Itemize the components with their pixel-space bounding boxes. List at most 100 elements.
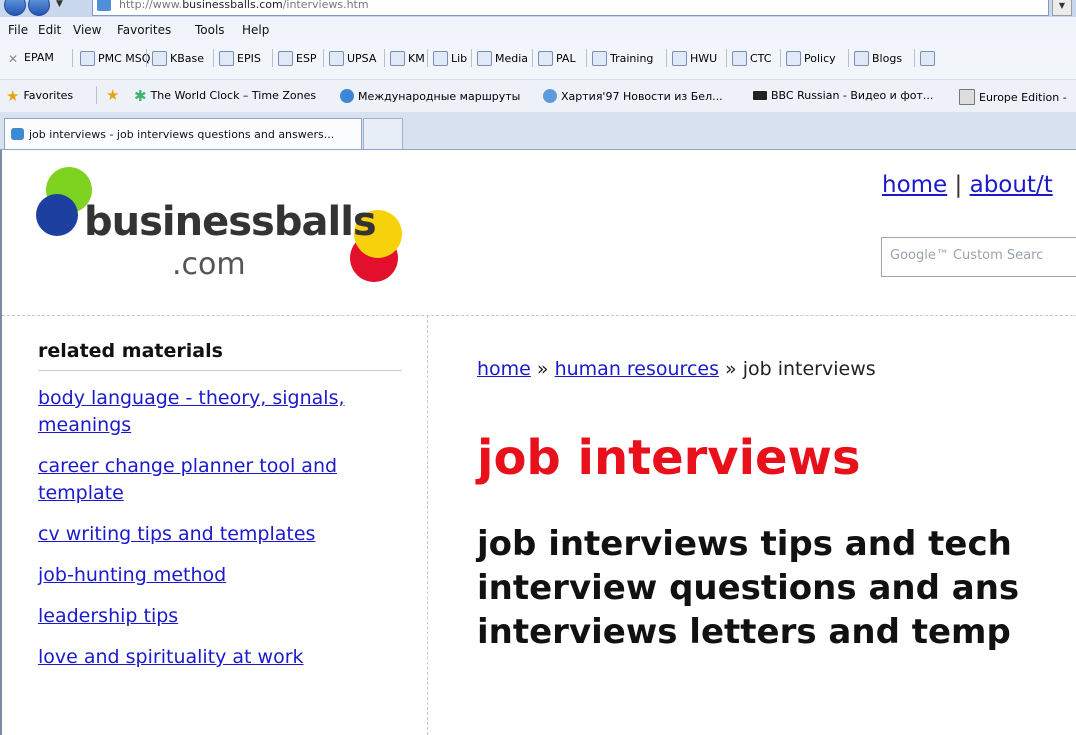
toolbar-separator — [272, 49, 273, 67]
toolbar-separator — [96, 86, 97, 104]
page-subtitle: job interviews tips and tech interview q… — [477, 522, 1076, 654]
toolbar-link-epis[interactable]: EPIS — [219, 51, 261, 66]
fav-charter97[interactable]: Хартия'97 Новости из Бел... — [543, 89, 723, 103]
toolbar-separator — [146, 49, 147, 67]
related-link-leadership[interactable]: leadership tips — [38, 603, 402, 630]
nav-about-link[interactable]: about/t — [970, 172, 1053, 198]
ie-page-icon — [97, 0, 111, 11]
hwu-icon — [672, 51, 687, 66]
fav-label: Хартия'97 Новости из Бел... — [561, 89, 723, 103]
menu-view[interactable]: View — [73, 23, 101, 37]
url-dropdown-button[interactable]: ▼ — [1052, 0, 1072, 16]
fav-label: Международные маршруты — [358, 89, 521, 103]
header-divider — [2, 315, 1076, 316]
toolbar-link-lib[interactable]: Lib — [433, 51, 467, 66]
toolbar-link-policy[interactable]: Policy — [786, 51, 836, 66]
breadcrumb: home » human resources » job interviews — [477, 358, 1076, 380]
fav-europe-edition[interactable]: Europe Edition - — [959, 89, 1067, 105]
media-icon — [477, 51, 492, 66]
toolbar-link-training[interactable]: Training — [592, 51, 653, 66]
address-bar-row: ▼ http://www.businessballs.com/interview… — [0, 0, 1076, 18]
add-favorite-button[interactable]: ★ — [106, 86, 120, 104]
google-search-input[interactable]: Google™ Custom Searc — [881, 237, 1076, 277]
businessballs-logo[interactable]: businessballs .com — [32, 167, 412, 287]
world-clock-icon: ✱ — [134, 86, 147, 105]
toolbar-link-label: EPAM — [24, 51, 54, 64]
toolbar-link-epam[interactable]: EPAM — [24, 51, 54, 64]
menu-help[interactable]: Help — [242, 23, 269, 37]
logo-suffix: .com — [172, 247, 246, 282]
pal-icon — [538, 51, 553, 66]
related-link-job-hunting[interactable]: job-hunting method — [38, 562, 402, 589]
related-links-list: body language - theory, signals, meaning… — [38, 385, 402, 671]
breadcrumb-separator: » — [530, 358, 555, 380]
toolbar-separator — [471, 49, 472, 67]
breadcrumb-home-link[interactable]: home — [477, 358, 531, 380]
toolbar-link-label: Media — [495, 52, 529, 65]
toolbar-link-hwu[interactable]: HWU — [672, 51, 717, 66]
km-icon — [390, 51, 405, 66]
toolbar-separator — [532, 49, 533, 67]
toolbar-link-label: Policy — [804, 52, 836, 65]
related-link-career-change[interactable]: career change planner tool and template — [38, 453, 402, 507]
epis-icon — [219, 51, 234, 66]
lib-icon — [433, 51, 448, 66]
forward-button[interactable] — [28, 0, 50, 16]
toolbar-link-label: EPIS — [237, 52, 261, 65]
breadcrumb-hr-link[interactable]: human resources — [555, 358, 719, 380]
column-divider — [427, 315, 428, 735]
toolbar-help-icon[interactable] — [920, 51, 935, 66]
toolbar-link-upsa[interactable]: UPSA — [329, 51, 376, 66]
search-placeholder: Google™ Custom Searc — [890, 248, 1044, 263]
related-link-body-language[interactable]: body language - theory, signals, meaning… — [38, 385, 402, 439]
toolbar-link-label: UPSA — [347, 52, 377, 65]
blogs-icon — [854, 51, 869, 66]
url-text: http://www.businessballs.com/interviews.… — [119, 0, 369, 11]
menu-tools[interactable]: Tools — [195, 23, 225, 37]
toolbar-separator — [384, 49, 385, 67]
toolbar-link-label: CTC — [750, 52, 772, 65]
toolbar-separator — [586, 49, 587, 67]
nav-home-link[interactable]: home — [882, 172, 947, 198]
related-materials-sidebar: related materials body language - theory… — [38, 340, 402, 685]
breadcrumb-current: job interviews — [742, 358, 876, 380]
fav-label: BBC Russian - Видео и фот... — [771, 89, 934, 102]
fav-bbc-russian[interactable]: BBC Russian - Видео и фот... — [753, 89, 933, 102]
add-favorite-star-icon: ★ — [106, 86, 120, 104]
breadcrumb-separator: » — [719, 358, 743, 380]
ie-page-icon — [11, 128, 24, 140]
kbase-icon — [152, 51, 167, 66]
toolbar-link-blogs[interactable]: Blogs — [854, 51, 902, 66]
toolbar-link-label: Lib — [451, 52, 468, 65]
toolbar-link-ctc[interactable]: CTC — [732, 51, 771, 66]
toolbar-link-media[interactable]: Media — [477, 51, 528, 66]
fav-label: The World Clock – Time Zones — [150, 89, 317, 102]
related-link-cv-writing[interactable]: cv writing tips and templates — [38, 521, 402, 548]
tab-job-interviews[interactable]: job interviews - job interviews question… — [4, 118, 362, 149]
toolbar-link-label: PMC MSQ — [98, 52, 151, 65]
toolbar-link-pal[interactable]: PAL — [538, 51, 576, 66]
menu-favorites[interactable]: Favorites — [117, 23, 171, 37]
favorites-button[interactable]: ★ Favorites — [6, 88, 73, 103]
close-toolbar-icon[interactable]: ✕ — [8, 52, 18, 66]
toolbar-link-pmc-msq[interactable]: PMC MSQ — [80, 51, 150, 66]
training-icon — [592, 51, 607, 66]
toolbar-separator — [780, 49, 781, 67]
menu-bar: File Edit View Favorites Tools Help — [0, 17, 1076, 41]
toolbar-separator — [848, 49, 849, 67]
toolbar-link-label: Training — [610, 52, 654, 65]
menu-edit[interactable]: Edit — [38, 23, 61, 37]
url-field[interactable]: http://www.businessballs.com/interviews.… — [92, 0, 1049, 16]
menu-file[interactable]: File — [8, 23, 28, 37]
back-button[interactable] — [4, 0, 26, 16]
fav-routes[interactable]: Международные маршруты — [340, 89, 520, 103]
toolbar-link-esp[interactable]: ESP — [278, 51, 317, 66]
nav-dropdown-icon[interactable]: ▼ — [56, 0, 63, 9]
related-link-love-spirituality[interactable]: love and spirituality at work — [38, 644, 402, 671]
fav-world-clock[interactable]: ✱ The World Clock – Time Zones — [134, 86, 317, 105]
new-tab-button[interactable] — [363, 118, 403, 149]
toolbar-link-kbase[interactable]: KBase — [152, 51, 204, 66]
toolbar-link-km[interactable]: KM — [390, 51, 425, 66]
toolbar-separator — [323, 49, 324, 67]
routes-icon — [340, 89, 354, 103]
